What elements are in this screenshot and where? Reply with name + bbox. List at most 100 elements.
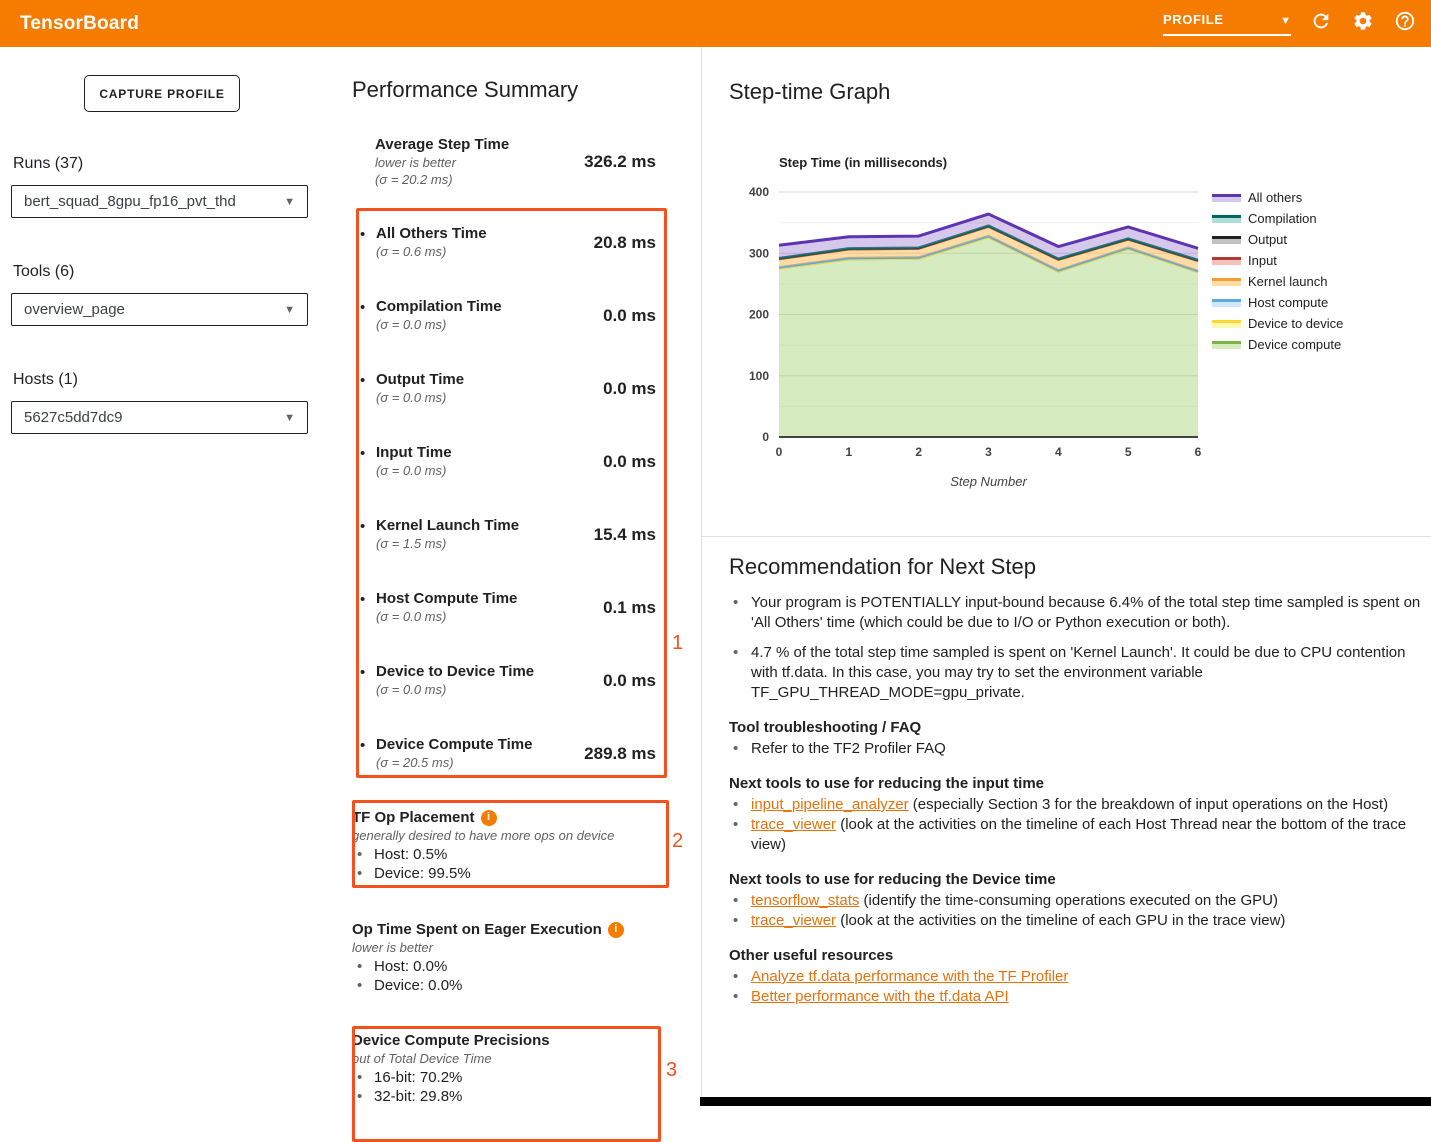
metric-sigma: (σ = 0.6 ms) bbox=[376, 243, 594, 260]
metric-label: Device Compute Time bbox=[376, 736, 584, 754]
faq-text: Refer to the TF2 Profiler FAQ bbox=[751, 739, 946, 759]
precisions-note: out of Total Device Time bbox=[352, 1050, 682, 1068]
svg-text:1: 1 bbox=[845, 445, 852, 459]
bullet-icon: • bbox=[729, 891, 751, 911]
metric-label: Compilation Time bbox=[376, 298, 603, 316]
info-icon[interactable]: i bbox=[481, 810, 497, 826]
bullet-icon: • bbox=[352, 957, 374, 976]
app-title: TensorBoard bbox=[20, 13, 139, 35]
section-divider bbox=[702, 536, 1431, 537]
metric-sigma: (σ = 20.5 ms) bbox=[376, 754, 584, 771]
metric-value: 0.0 ms bbox=[603, 452, 656, 472]
annotation-number-3: 3 bbox=[666, 1059, 677, 1082]
legend-swatch-input bbox=[1212, 256, 1241, 265]
resource-link-item: •Analyze tf.data performance with the TF… bbox=[729, 967, 1421, 987]
metric-value: 20.8 ms bbox=[594, 233, 656, 253]
dashboard-selector[interactable]: PROFILE ▼ bbox=[1163, 12, 1291, 36]
tools-label: Tools (6) bbox=[13, 263, 74, 281]
legend-item: Kernel launch bbox=[1212, 271, 1343, 292]
svg-text:3: 3 bbox=[985, 445, 992, 459]
recommendation-title: Recommendation for Next Step bbox=[729, 557, 1421, 577]
bullet-icon: • bbox=[729, 967, 751, 987]
eager-execution-title: Op Time Spent on Eager Execution bbox=[352, 920, 602, 939]
svg-text:6: 6 bbox=[1195, 445, 1202, 459]
metric-value: 326.2 ms bbox=[584, 152, 656, 172]
legend-label: Kernel launch bbox=[1248, 274, 1328, 289]
tf-op-placement-block: TF Op Placementi generally desired to ha… bbox=[352, 808, 682, 883]
legend-swatch-all-others bbox=[1212, 193, 1241, 202]
metric-value: 0.0 ms bbox=[603, 379, 656, 399]
legend-label: All others bbox=[1248, 190, 1302, 205]
bullet-icon: • bbox=[360, 663, 376, 698]
svg-text:4: 4 bbox=[1055, 445, 1062, 459]
breakdown-row: • Host Compute Time(σ = 0.0 ms) 0.1 ms bbox=[360, 590, 656, 625]
trace-viewer-link[interactable]: trace_viewer bbox=[751, 816, 836, 833]
tool-suggestion-text: (especially Section 3 for the breakdown … bbox=[909, 796, 1388, 813]
chart-legend: All others Compilation Output Input Kern… bbox=[1212, 187, 1343, 355]
recommendation-bullet: •Your program is POTENTIALLY input-bound… bbox=[729, 593, 1421, 633]
bullet-icon: • bbox=[729, 911, 751, 931]
tool-suggestion-text: (identify the time-consuming operations … bbox=[859, 892, 1278, 909]
help-button[interactable] bbox=[1393, 12, 1417, 36]
tfdata-profiler-link[interactable]: Analyze tf.data performance with the TF … bbox=[751, 968, 1068, 985]
tool-suggestion: •tensorflow_stats (identify the time-con… bbox=[729, 891, 1421, 911]
bullet-icon: • bbox=[352, 1068, 374, 1087]
tensorflow-stats-link[interactable]: tensorflow_stats bbox=[751, 892, 859, 909]
legend-item: All others bbox=[1212, 187, 1343, 208]
chevron-down-icon: ▼ bbox=[284, 412, 295, 424]
bullet-icon: • bbox=[352, 1087, 374, 1106]
legend-item: Input bbox=[1212, 250, 1343, 271]
info-icon[interactable]: i bbox=[608, 922, 624, 938]
legend-label: Host compute bbox=[1248, 295, 1328, 310]
tfdata-api-link[interactable]: Better performance with the tf.data API bbox=[751, 988, 1009, 1005]
metric-sigma: (σ = 0.0 ms) bbox=[376, 681, 603, 698]
legend-label: Device compute bbox=[1248, 337, 1341, 352]
recommendation-bullet: •4.7 % of the total step time sampled is… bbox=[729, 643, 1421, 703]
tf-op-device-value: Device: 99.5% bbox=[374, 864, 471, 883]
reload-icon bbox=[1310, 10, 1332, 37]
eager-host-value: Host: 0.0% bbox=[374, 957, 447, 976]
reload-button[interactable] bbox=[1309, 12, 1333, 36]
hosts-select[interactable]: 5627c5dd7dc9 ▼ bbox=[11, 401, 308, 434]
settings-button[interactable] bbox=[1351, 12, 1375, 36]
hosts-selected-value: 5627c5dd7dc9 bbox=[24, 409, 122, 426]
runs-select[interactable]: bert_squad_8gpu_fp16_pvt_thd ▼ bbox=[11, 185, 308, 218]
legend-swatch-kernel-launch bbox=[1212, 277, 1241, 286]
eager-device-value: Device: 0.0% bbox=[374, 976, 462, 995]
legend-swatch-output bbox=[1212, 235, 1241, 244]
bullet-icon: • bbox=[360, 444, 376, 479]
tf-op-host-value: Host: 0.5% bbox=[374, 845, 447, 864]
step-time-chart: 01002003004000123456Step Time (in millis… bbox=[731, 150, 1211, 500]
bullet-icon: • bbox=[360, 590, 376, 625]
legend-label: Device to device bbox=[1248, 316, 1343, 331]
metric-value: 0.0 ms bbox=[603, 306, 656, 326]
tool-suggestion: •trace_viewer (look at the activities on… bbox=[729, 815, 1421, 855]
breakdown-row: • Kernel Launch Time(σ = 1.5 ms) 15.4 ms bbox=[360, 517, 656, 552]
legend-swatch-compilation bbox=[1212, 214, 1241, 223]
capture-profile-button[interactable]: CAPTURE PROFILE bbox=[84, 75, 240, 112]
legend-item: Output bbox=[1212, 229, 1343, 250]
dashboard-selected-label: PROFILE bbox=[1163, 12, 1224, 27]
metric-value: 0.0 ms bbox=[603, 671, 656, 691]
device-tools-heading: Next tools to use for reducing the Devic… bbox=[729, 870, 1421, 890]
trace-viewer-link[interactable]: trace_viewer bbox=[751, 912, 836, 929]
tool-suggestion: •trace_viewer (look at the activities on… bbox=[729, 911, 1421, 931]
sidebar: CAPTURE PROFILE Runs (37) bert_squad_8gp… bbox=[0, 47, 334, 1106]
resource-link-item: •Better performance with the tf.data API bbox=[729, 987, 1421, 1007]
input-tools-heading: Next tools to use for reducing the input… bbox=[729, 774, 1421, 794]
chevron-down-icon: ▼ bbox=[284, 196, 295, 208]
input-pipeline-analyzer-link[interactable]: input_pipeline_analyzer bbox=[751, 796, 909, 813]
bullet-icon: • bbox=[360, 298, 376, 333]
average-step-time-row: Average Step Time lower is better (σ = 2… bbox=[375, 136, 656, 188]
performance-summary-panel: Performance Summary Average Step Time lo… bbox=[333, 47, 702, 1106]
svg-text:0: 0 bbox=[762, 430, 769, 444]
breakdown-row: • All Others Time(σ = 0.6 ms) 20.8 ms bbox=[360, 225, 656, 260]
legend-item: Device compute bbox=[1212, 334, 1343, 355]
metric-label: Host Compute Time bbox=[376, 590, 603, 608]
legend-label: Compilation bbox=[1248, 211, 1317, 226]
step-time-graph-title: Step-time Graph bbox=[729, 79, 890, 105]
tools-select[interactable]: overview_page ▼ bbox=[11, 293, 308, 326]
metric-sigma: (σ = 0.0 ms) bbox=[376, 462, 603, 479]
breakdown-row: • Output Time(σ = 0.0 ms) 0.0 ms bbox=[360, 371, 656, 406]
svg-text:400: 400 bbox=[749, 185, 769, 199]
